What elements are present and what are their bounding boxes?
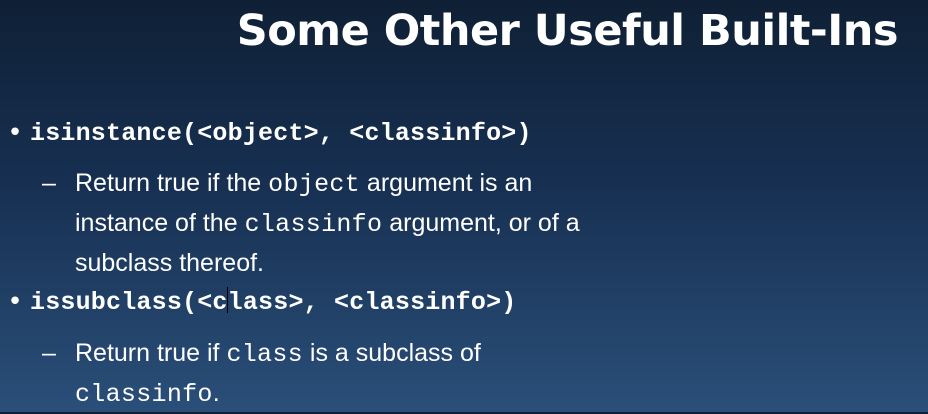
issubclass-description-line-2: classinfo. — [42, 374, 692, 414]
bullet-isinstance: • isinstance(<object>, <classinfo>) — [0, 118, 532, 148]
code-classinfo: classinfo — [244, 210, 383, 239]
issubclass-signature: issubclass(<class>, <classinfo>) — [30, 287, 517, 317]
description-text: Return true if — [75, 339, 227, 367]
description-text: Return true if the — [75, 169, 269, 197]
bullet-issubclass: • issubclass(<class>, <classinfo>) — [0, 287, 517, 317]
bullet-dot-icon: • — [7, 118, 23, 148]
issubclass-signature-part-2: lass>, <classinfo>) — [227, 288, 517, 317]
bullet-dot-icon: • — [7, 287, 23, 317]
description-text: argument, or of a — [382, 209, 580, 237]
isinstance-description-line-2: instance of the classinfo argument, or o… — [42, 204, 692, 244]
code-object: object — [268, 170, 360, 199]
description-text: argument is an — [359, 169, 533, 197]
description-text: instance of the — [75, 209, 245, 237]
isinstance-description: – Return true if the object argument is a… — [42, 164, 692, 283]
issubclass-description: – Return true if class is a subclass of c… — [42, 334, 692, 414]
code-classinfo: classinfo — [75, 380, 213, 409]
code-class: class — [226, 340, 303, 369]
isinstance-description-line-3: subclass thereof. — [42, 244, 692, 283]
dash-icon: – — [42, 339, 56, 367]
issubclass-description-line-1: – Return true if class is a subclass of — [42, 334, 692, 374]
description-text: . — [212, 379, 220, 407]
description-text: is a subclass of — [302, 339, 481, 367]
slide-title: Some Other Useful Built-Ins — [236, 6, 899, 56]
issubclass-signature-part-1: issubclass(<c — [30, 288, 228, 317]
description-text: subclass thereof. — [75, 249, 264, 277]
isinstance-signature: isinstance(<object>, <classinfo>) — [30, 118, 532, 148]
slide: Some Other Useful Built-Ins • isinstance… — [0, 0, 928, 412]
isinstance-description-line-1: – Return true if the object argument is a… — [42, 164, 692, 204]
dash-icon: – — [42, 169, 56, 197]
